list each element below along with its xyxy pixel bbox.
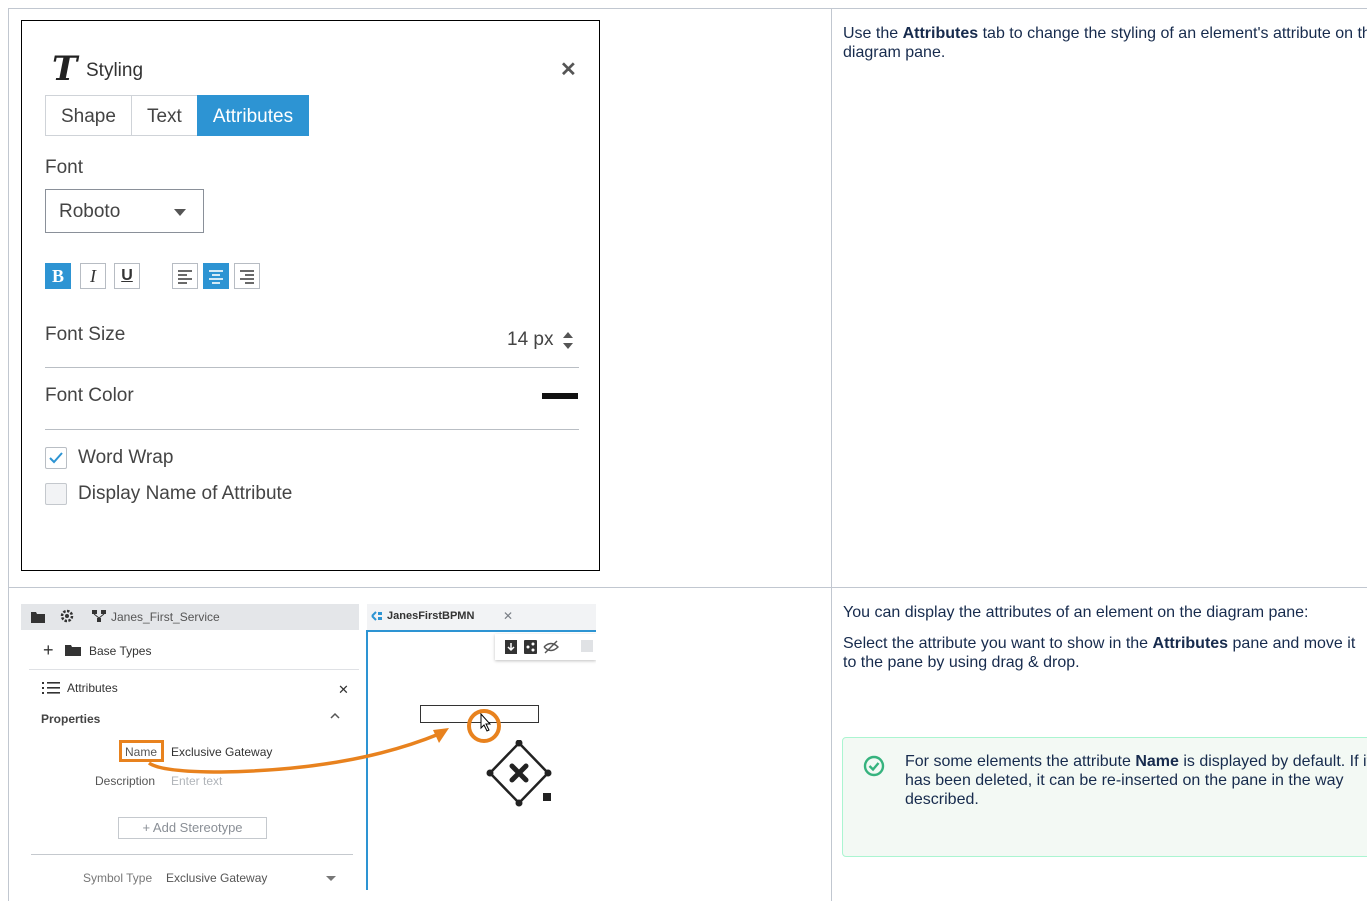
align-right-button[interactable] xyxy=(234,263,260,289)
word-wrap-label: Word Wrap xyxy=(78,447,174,468)
table-border-left xyxy=(8,8,9,901)
font-select[interactable]: Roboto xyxy=(45,189,204,233)
row1-description: Use the Attributes tab to change the sty… xyxy=(843,25,1367,61)
tab-attributes[interactable]: Attributes xyxy=(196,95,310,136)
italic-button[interactable]: I xyxy=(80,263,106,289)
close-icon[interactable]: ✕ xyxy=(560,57,577,82)
checkmark-icon xyxy=(49,452,63,464)
align-left-icon xyxy=(178,270,192,284)
chevron-down-icon xyxy=(174,209,186,216)
table-border-top xyxy=(8,8,1367,9)
divider xyxy=(45,429,579,430)
align-right-icon xyxy=(240,270,254,284)
divider xyxy=(45,367,579,368)
tip-text: For some elements the attribute Name is … xyxy=(905,753,1367,808)
align-center-icon xyxy=(209,270,223,284)
panel-title: Styling xyxy=(86,60,144,81)
font-color-label: Font Color xyxy=(45,385,134,406)
stepper-icon[interactable] xyxy=(562,331,574,351)
font-color-swatch[interactable] xyxy=(542,393,578,399)
tab-text[interactable]: Text xyxy=(130,95,198,136)
font-size-value[interactable]: 14 px xyxy=(507,329,553,351)
font-label: Font xyxy=(45,157,84,178)
font-select-value: Roboto xyxy=(59,201,121,222)
underline-button[interactable]: U xyxy=(114,263,140,289)
display-name-checkbox[interactable] xyxy=(45,483,67,505)
align-left-button[interactable] xyxy=(172,263,198,289)
font-size-label: Font Size xyxy=(45,324,126,345)
align-center-button[interactable] xyxy=(203,263,229,289)
check-circle-icon xyxy=(863,755,885,777)
styling-panel: T Styling ✕ Shape Text Attributes Font R… xyxy=(21,20,600,571)
style-tabs: Shape Text Attributes xyxy=(45,95,310,136)
table-row-divider xyxy=(8,587,1367,588)
tab-shape[interactable]: Shape xyxy=(45,95,132,136)
row2-description: You can display the attributes of an ele… xyxy=(843,603,1367,684)
drag-arrow-icon xyxy=(147,709,501,774)
attributes-term: Attributes xyxy=(902,25,979,42)
hand-cursor-icon xyxy=(480,713,492,732)
display-name-label: Display Name of Attribute xyxy=(78,483,293,504)
row2-para1: You can display the attributes of an ele… xyxy=(843,604,1309,621)
word-wrap-checkbox[interactable] xyxy=(45,447,67,469)
modeler-screenshot: Janes_First_Service JanesFirstBPMN ✕ + B… xyxy=(21,600,596,890)
row2-para2: Select the attribute you want to show in… xyxy=(843,635,1356,671)
tip-panel: For some elements the attribute Name is … xyxy=(842,737,1367,857)
table-column-divider xyxy=(831,8,832,901)
text-style-icon: T xyxy=(52,49,78,89)
bold-button[interactable]: B xyxy=(45,263,71,289)
